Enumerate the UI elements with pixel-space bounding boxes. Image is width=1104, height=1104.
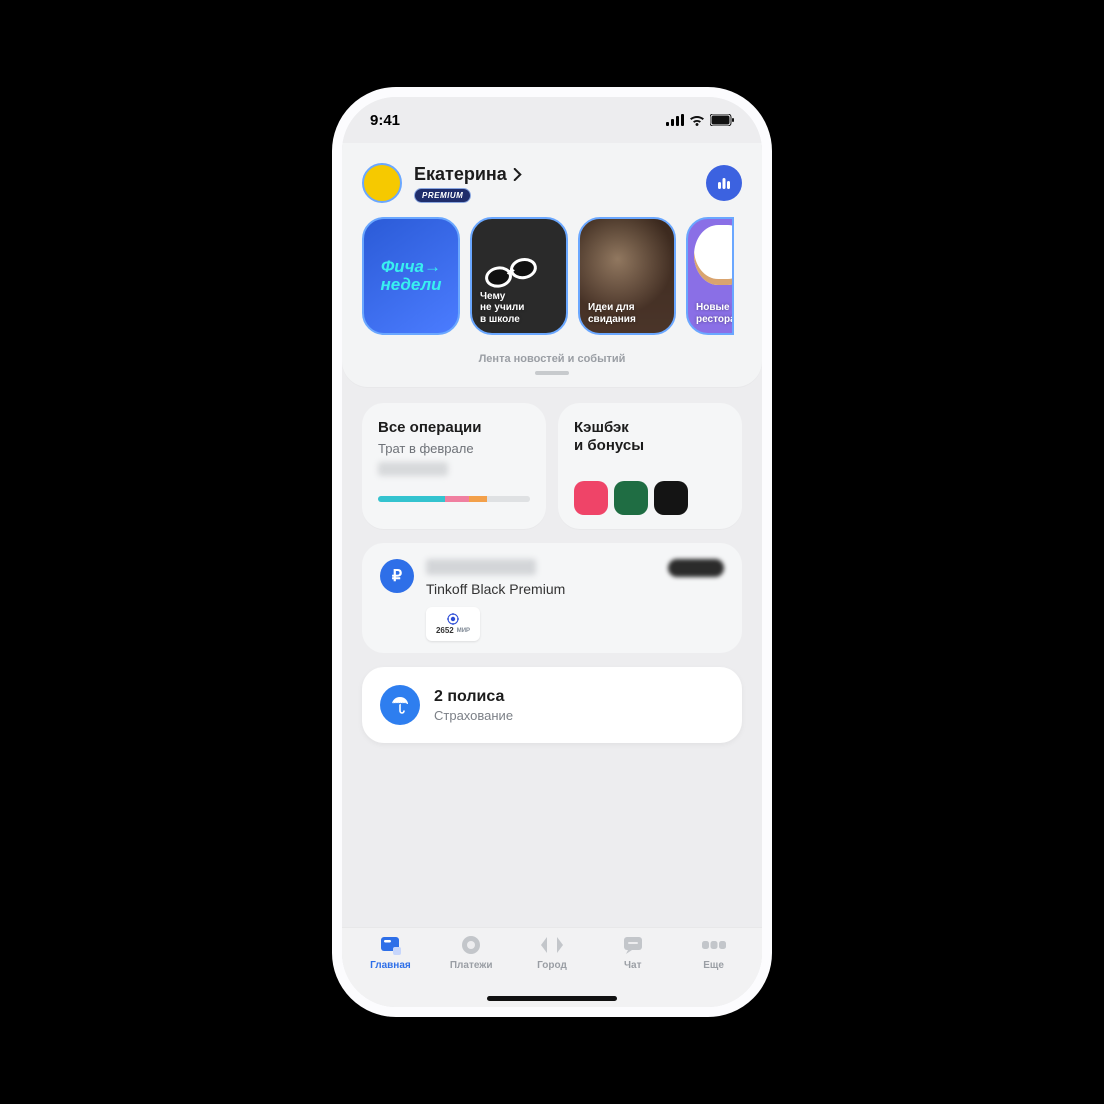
cashback-dot-3 [654, 481, 688, 515]
stories-row[interactable]: Фича→недели Чему не учили в школе Идеи д… [342, 213, 762, 341]
bar-seg-4 [487, 496, 530, 502]
tab-label-chat: Чат [624, 960, 642, 971]
tab-label-payments: Платежи [450, 960, 493, 971]
bar-seg-2 [445, 496, 469, 502]
avatar[interactable] [362, 163, 402, 203]
card-scheme: МИР [457, 628, 470, 634]
operations-title: Все операции [378, 419, 530, 437]
more-icon [700, 934, 728, 956]
story-date-ideas[interactable]: Идеи для свидания [578, 217, 676, 335]
chevron-right-icon [513, 168, 522, 181]
story-restaurants[interactable]: Новые рестораь [686, 217, 734, 335]
stats-button[interactable] [706, 165, 742, 201]
profile-name: Екатерина [414, 164, 507, 185]
status-bar: 9:41 [342, 97, 762, 143]
status-time: 9:41 [370, 112, 400, 129]
profile-header[interactable]: Екатерина PREMIUM [342, 143, 762, 213]
umbrella-icon [380, 685, 420, 725]
bar-seg-3 [469, 496, 487, 502]
bar-seg-1 [378, 496, 445, 502]
card-digits: 2652 [436, 626, 454, 635]
city-icon [539, 934, 565, 956]
bars-icon [716, 175, 732, 191]
tab-label-more: Еще [703, 960, 724, 971]
cellular-icon [666, 114, 684, 126]
premium-badge: PREMIUM [414, 188, 471, 203]
operations-subtitle: Трат в феврале [378, 441, 530, 456]
tab-chat[interactable]: Чат [592, 934, 673, 989]
feed-handle[interactable] [535, 371, 569, 375]
card-chip-icon [447, 613, 459, 625]
battery-icon [710, 114, 734, 126]
tab-city[interactable]: Город [512, 934, 593, 989]
account-name: Tinkoff Black Premium [426, 581, 656, 597]
payments-icon [460, 934, 482, 956]
account-card[interactable]: ₽ Tinkoff Black Premium 2652 МИР [362, 543, 742, 653]
rouble-icon: ₽ [380, 559, 414, 593]
insurance-subtitle: Страхование [434, 708, 513, 723]
chat-icon [622, 934, 644, 956]
story-1-line2: недели [380, 275, 441, 294]
feed-caption: Лента новостей и событий [342, 353, 762, 365]
story-1-line1: Фича→ [381, 257, 441, 276]
story-school[interactable]: Чему не учили в школе [470, 217, 568, 335]
insurance-card[interactable]: 2 полиса Страхование [362, 667, 742, 743]
cashback-dot-2 [614, 481, 648, 515]
top-section: Екатерина PREMIUM Фича→недели Чему не уч… [342, 143, 762, 387]
story-2-label: Чему не учили в школе [480, 291, 558, 326]
story-feature-of-week[interactable]: Фича→недели [362, 217, 460, 335]
screen: 9:41 Екатерина PREMIUM Фича→не [342, 97, 762, 1007]
cashback-title: Кэшбэк и бонусы [574, 419, 726, 455]
home-icon [378, 934, 402, 956]
cashback-categories [574, 481, 726, 515]
cashback-card[interactable]: Кэшбэк и бонусы [558, 403, 742, 529]
wifi-icon [689, 114, 705, 126]
story-3-label: Идеи для свидания [588, 302, 666, 325]
tab-label-main: Главная [370, 960, 411, 971]
account-balance-blurred [426, 559, 536, 575]
spend-bar [378, 496, 530, 502]
tab-payments[interactable]: Платежи [431, 934, 512, 989]
tab-label-city: Город [537, 960, 567, 971]
insurance-title: 2 полиса [434, 688, 513, 706]
operations-card[interactable]: Все операции Трат в феврале [362, 403, 546, 529]
tab-bar: Главная Платежи Город Чат Еще [342, 927, 762, 1007]
tab-main[interactable]: Главная [350, 934, 431, 989]
tab-more[interactable]: Еще [673, 934, 754, 989]
operations-amount-blurred [378, 462, 448, 476]
phone-frame: 9:41 Екатерина PREMIUM Фича→не [332, 87, 772, 1017]
story-4-label: Новые рестораь [696, 302, 724, 325]
home-indicator[interactable] [487, 996, 617, 1001]
glasses-icon [480, 255, 540, 291]
account-side-blurred [668, 559, 724, 577]
linked-card[interactable]: 2652 МИР [426, 607, 480, 641]
cashback-dot-1 [574, 481, 608, 515]
